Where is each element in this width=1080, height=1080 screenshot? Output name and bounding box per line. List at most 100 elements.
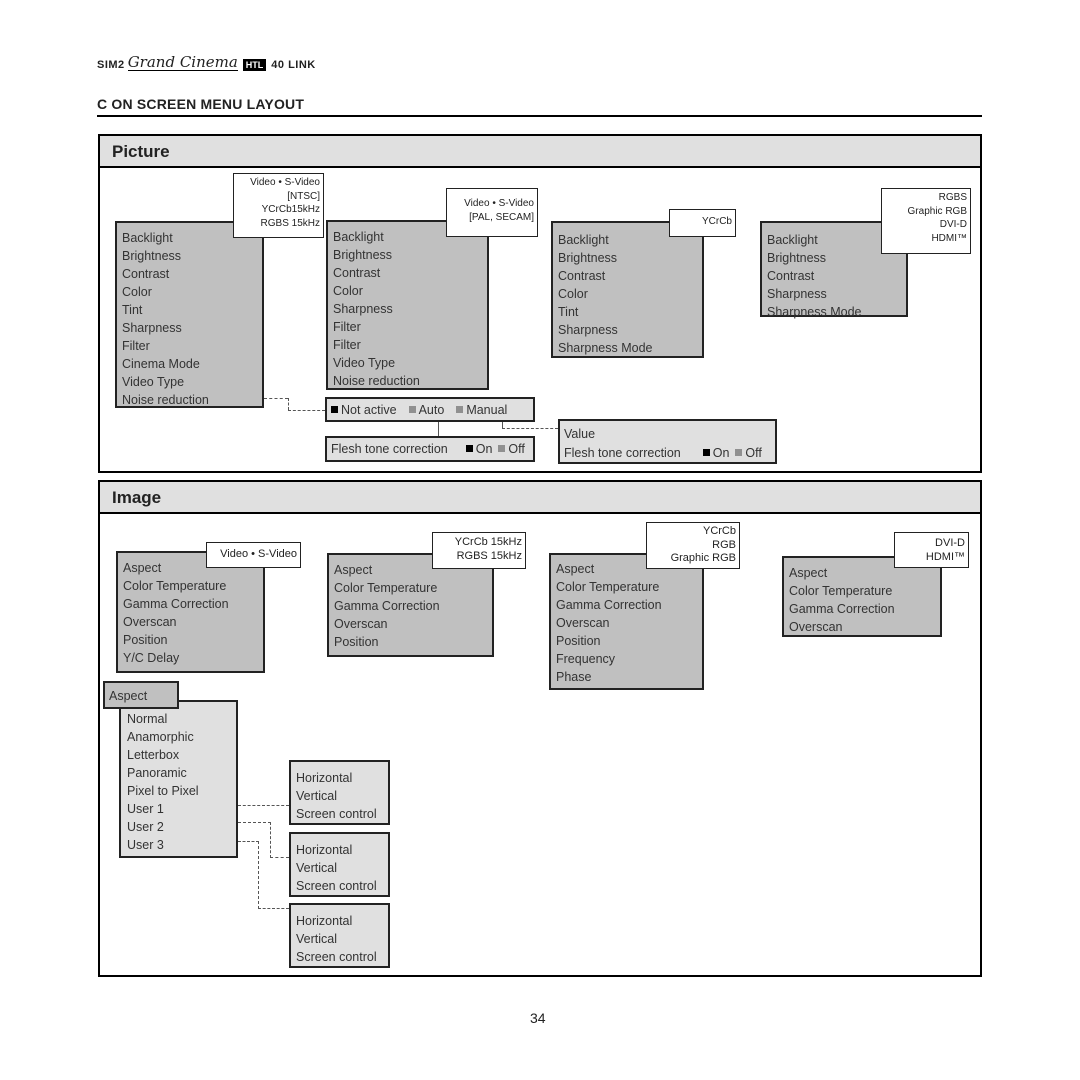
option: Auto [408,402,445,417]
menu-item: Overscan [123,615,177,629]
menu-item: Panoramic [127,766,187,780]
image-source-1: Video • S-Video [206,542,301,568]
heading-rule [97,115,982,117]
option: Off [498,442,525,456]
menu-item: Letterbox [127,748,180,762]
menu-item: Horizontal [296,843,353,857]
menu-item: Y/C Delay [123,651,180,665]
image-source-2: YCrCb 15kHz RGBS 15kHz [432,532,526,569]
menu-item: Position [334,635,379,649]
menu-item: Frequency [556,652,616,666]
selected-square-icon [465,445,473,452]
user-3-submenu: Horizontal Vertical Screen control [289,903,390,968]
unselected-square-icon [735,449,743,456]
connector-line [238,822,271,823]
menu-item: Brightness [122,249,182,263]
menu-item: Cinema Mode [122,357,200,371]
menu-item: User 1 [127,802,164,816]
manual-flesh-options: On Off [702,444,762,463]
menu-item: Horizontal [296,771,353,785]
menu-item: Color Temperature [556,580,660,594]
flesh-tone-label: Flesh tone correction [331,442,448,456]
menu-item: Anamorphic [127,730,194,744]
flesh-tone-panel: Flesh tone correction On Off [325,436,535,462]
noise-reduction-options: Not active Auto Manual [325,397,535,422]
menu-item: Overscan [556,616,610,630]
option: On [702,444,730,463]
menu-item: Screen control [296,950,377,964]
connector-line [288,410,325,411]
picture-menu-3: Backlight Brightness Contrast Color Tint Shar… [551,221,704,358]
menu-item: Tint [122,303,143,317]
picture-menu-1: Backlight Brightness Contrast Color Tint Shar… [115,221,264,408]
option-label: Auto [418,402,445,417]
menu-item: Overscan [334,617,388,631]
flesh-tone-options: On Off [465,442,525,456]
menu-item: Video • S-Video [464,198,534,209]
menu-item: Screen control [296,879,377,893]
option-label: Off [508,442,525,456]
menu-item: Vertical [296,932,337,946]
option: Manual [456,403,507,417]
menu-item: Sharpness Mode [767,305,862,319]
option-label: On [712,446,730,460]
logo-model: 40 LINK [271,59,316,71]
menu-item: Gamma Correction [334,599,440,613]
unselected-square-icon [498,445,506,452]
page-number: 34 [530,1010,546,1026]
option-label: Manual [466,402,508,417]
connector-line [270,822,271,858]
menu-item: User 2 [127,820,164,834]
connector-line [502,428,558,429]
connector-line [238,841,259,842]
manual-value-panel: Value Flesh tone correction On Off [558,419,777,464]
menu-item: Vertical [296,861,337,875]
option: Off [735,444,762,463]
menu-item: Gamma Correction [123,597,229,611]
menu-item: HDMI™ [931,232,967,244]
menu-item: Position [123,633,168,647]
section-heading: C ON SCREEN MENU LAYOUT [97,96,305,112]
user-1-submenu: Horizontal Vertical Screen control [289,760,390,825]
menu-item: Vertical [296,789,337,803]
image-title: Image [112,488,162,507]
menu-item: Phase [556,670,592,684]
menu-item: YCrCb15kHz [261,204,320,215]
menu-item: Video • S-Video [220,548,297,560]
picture-menu-2: Backlight Brightness Contrast Color Sharpnes… [326,220,489,390]
menu-item: Brightness [333,248,393,262]
menu-item: Normal [127,712,168,726]
menu-item: RGBS [938,192,967,203]
menu-item: RGB [712,538,736,551]
menu-item: Noise reduction [122,393,209,407]
menu-item: DVI-D [935,537,965,549]
menu-item: Brightness [558,251,618,265]
brand-logo: SIM2 Grand Cinema HTL 40 LINK [97,55,316,71]
menu-item: Contrast [333,266,381,280]
logo-brand: SIM2 [97,59,125,71]
image-source-3: YCrCb RGB Graphic RGB [646,522,740,569]
connector-line [258,841,259,909]
menu-item: Color [333,284,363,298]
picture-source-1: Video • S-Video [NTSC] YCrCb15kHz RGBS 15kH… [233,173,324,238]
menu-item: User 3 [127,838,164,852]
menu-item: Sharpness [767,287,827,301]
selected-square-icon [331,405,338,413]
option-label: Off [745,446,762,460]
picture-source-4: RGBS Graphic RGB DVI-D HDMI™ [881,188,971,254]
menu-item: Color Temperature [334,581,438,595]
menu-item: Tint [558,305,579,319]
picture-title: Picture [112,142,170,161]
menu-item: Gamma Correction [789,602,895,616]
image-source-4: DVI-D HDMI™ [894,532,969,568]
menu-item: Sharpness [122,321,182,335]
menu-item: Graphic RGB [907,205,967,217]
menu-item: YCrCb 15kHz [454,536,522,548]
menu-item: Video Type [122,375,185,389]
image-menu-4: Aspect Color Temperature Gamma Correction O… [782,556,942,637]
menu-item: RGBS 15kHz [456,549,522,562]
image-menu-1: Aspect Color Temperature Gamma Correction O… [116,551,265,673]
menu-item: Pixel to Pixel [127,784,199,798]
connector-line [238,805,289,806]
value-label: Value [564,427,596,441]
